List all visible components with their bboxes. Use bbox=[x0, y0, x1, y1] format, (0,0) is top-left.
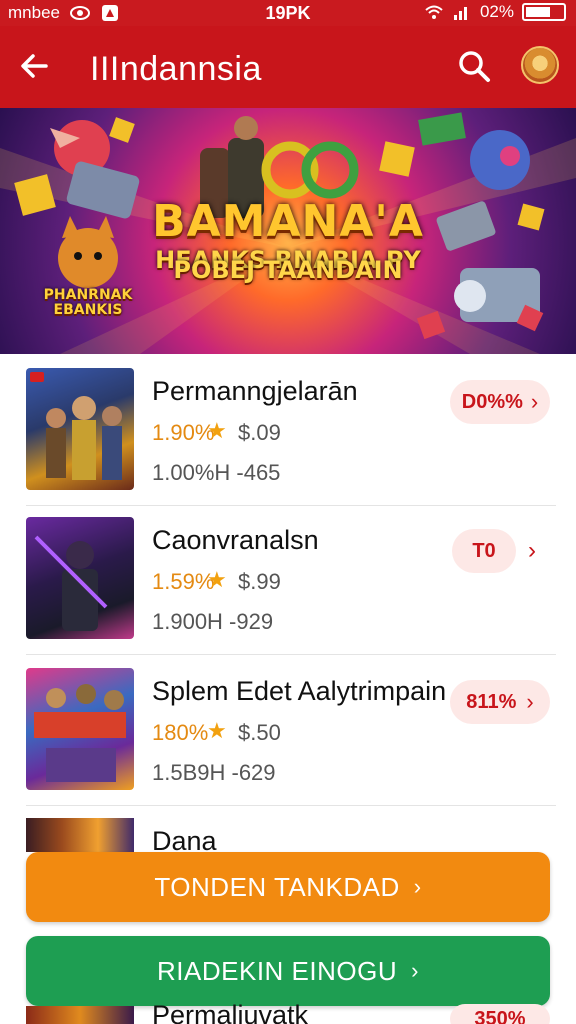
chevron-right-icon[interactable]: › bbox=[528, 537, 536, 565]
game-art bbox=[34, 535, 108, 631]
chevron-right-icon: › bbox=[411, 958, 419, 983]
item-thumbnail bbox=[26, 368, 134, 490]
app-bar: IIIndannsia bbox=[0, 26, 576, 108]
chevron-right-icon: › bbox=[530, 389, 539, 414]
banner-side-logo-line2: EBANKIS bbox=[53, 302, 123, 318]
arrow-left-icon bbox=[21, 54, 48, 78]
item-action-button[interactable]: D0%% › bbox=[450, 380, 550, 424]
item-action-label: T0 bbox=[472, 539, 496, 562]
item-meta: 1.900H -929 bbox=[152, 609, 274, 634]
item-price: $.50 bbox=[238, 720, 281, 745]
list-item[interactable]: Permanngjelarān 1.90% ★ $.09 1.00%H -465… bbox=[0, 354, 576, 506]
search-icon bbox=[459, 51, 490, 82]
item-meta: 1.00%H -465 bbox=[152, 460, 281, 485]
page-title: IIIndannsia bbox=[90, 50, 262, 88]
list-item[interactable]: Caonvranalsn 1.59% ★ $.99 1.900H -929 T0… bbox=[0, 503, 576, 655]
game-art bbox=[34, 684, 126, 782]
chevron-right-icon: › bbox=[526, 689, 534, 714]
item-meta: 1.5B9H -629 bbox=[152, 760, 276, 785]
banner-side-logo: PHANRNAK EBANKIS bbox=[38, 288, 138, 318]
new-badge bbox=[30, 372, 44, 382]
item-title: Permanngjelarān bbox=[152, 376, 358, 406]
divider bbox=[26, 805, 556, 806]
chevron-right-icon: › bbox=[413, 874, 422, 899]
item-thumbnail bbox=[26, 1006, 134, 1024]
secondary-cta-button[interactable]: RIADEKIN EINOGU › bbox=[26, 936, 550, 1006]
banner-side-logo-line1: PHANRNAK bbox=[43, 287, 133, 303]
star-icon: ★ bbox=[207, 418, 227, 443]
wifi-icon bbox=[425, 5, 443, 19]
banner-subtitle-2: POBEJ TAANDAIN bbox=[173, 256, 403, 284]
item-action-label: D0%% bbox=[461, 390, 523, 413]
item-title: Caonvranalsn bbox=[152, 525, 319, 555]
item-action-button[interactable]: 350% bbox=[450, 1004, 550, 1024]
item-action-label: 811% bbox=[466, 690, 517, 713]
banner-title: BAMANA'A bbox=[152, 196, 424, 247]
back-button[interactable] bbox=[14, 46, 54, 86]
battery-icon bbox=[522, 3, 566, 21]
avatar[interactable] bbox=[521, 46, 559, 84]
item-rating: 1.59% bbox=[152, 569, 215, 594]
item-action-button[interactable]: T0 bbox=[452, 529, 516, 573]
list-item[interactable]: Splem Edet Aalytrimpain 180% ★ $.50 1.5B… bbox=[0, 654, 576, 806]
item-action-label: 350% bbox=[474, 1008, 526, 1024]
item-title: Permaliuvatk bbox=[152, 1000, 309, 1024]
secondary-cta-label: RIADEKIN EINOGU bbox=[157, 955, 398, 986]
item-rating: 1.90% bbox=[152, 420, 215, 445]
item-price: $.09 bbox=[238, 420, 281, 445]
primary-cta-button[interactable]: TONDEN TANKDAD › bbox=[26, 852, 550, 922]
game-art bbox=[46, 396, 122, 480]
item-thumbnail bbox=[26, 668, 134, 790]
status-right: 02% bbox=[424, 2, 566, 22]
item-action-button[interactable]: 811% › bbox=[450, 680, 550, 724]
promo-banner[interactable]: BAMANA'A HEANKS RNABIA PY POBEJ TAANDAIN… bbox=[0, 108, 576, 354]
item-rating: 180% bbox=[152, 720, 209, 745]
item-title: Splem Edet Aalytrimpain bbox=[152, 676, 447, 706]
status-bar: mnbee 19PK 02% bbox=[0, 0, 576, 26]
battery-percent: 02% bbox=[479, 2, 514, 21]
item-thumbnail bbox=[26, 818, 134, 852]
search-button[interactable] bbox=[454, 46, 494, 86]
primary-cta-label: TONDEN TANKDAD bbox=[154, 871, 400, 902]
item-thumbnail bbox=[26, 517, 134, 639]
star-icon: ★ bbox=[207, 567, 227, 592]
signal-icon bbox=[453, 7, 467, 20]
item-price: $.99 bbox=[238, 569, 281, 594]
star-icon: ★ bbox=[207, 718, 227, 743]
